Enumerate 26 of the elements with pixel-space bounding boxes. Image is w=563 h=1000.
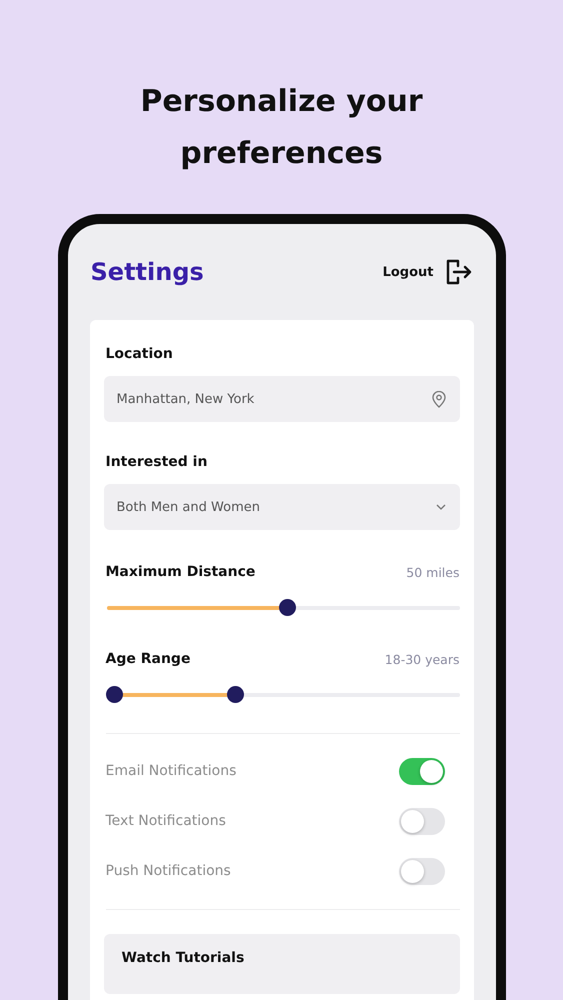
page-title: Settings <box>90 258 204 286</box>
slider-thumb[interactable] <box>106 686 122 703</box>
slider-thumb[interactable] <box>278 599 296 616</box>
tutorials-label: Watch Tutorials <box>122 950 244 966</box>
slider-label: Maximum Distance <box>106 563 256 582</box>
interest-dropdown[interactable]: Both Men and Women <box>104 484 460 530</box>
toggle-switch[interactable] <box>398 858 444 884</box>
toggle-switch[interactable] <box>398 758 444 784</box>
slider-label: Age Range <box>106 650 190 669</box>
slider-thumb[interactable] <box>226 686 244 703</box>
location-pin-icon <box>432 390 446 408</box>
toggle-label: Text Notifications <box>106 813 226 829</box>
logout-button[interactable]: Logout <box>382 259 472 285</box>
toggle-label: Push Notifications <box>106 863 231 879</box>
location-field[interactable]: Manhattan, New York <box>104 376 460 422</box>
headline: Personalize your preferences <box>139 83 424 173</box>
chevron-down-icon <box>436 504 446 510</box>
field-label: Interested in <box>106 453 208 472</box>
age-reading: 18-30 years <box>384 652 460 666</box>
toggle-switch[interactable] <box>398 808 444 834</box>
distance-slider[interactable] <box>106 600 460 617</box>
distance-reading: 50 miles <box>406 564 460 580</box>
age-range-slider[interactable] <box>106 687 460 704</box>
tutorials-button[interactable]: Watch Tutorials <box>104 934 460 994</box>
toggle-label: Email Notifications <box>106 763 236 779</box>
field-label: Location <box>106 345 174 364</box>
